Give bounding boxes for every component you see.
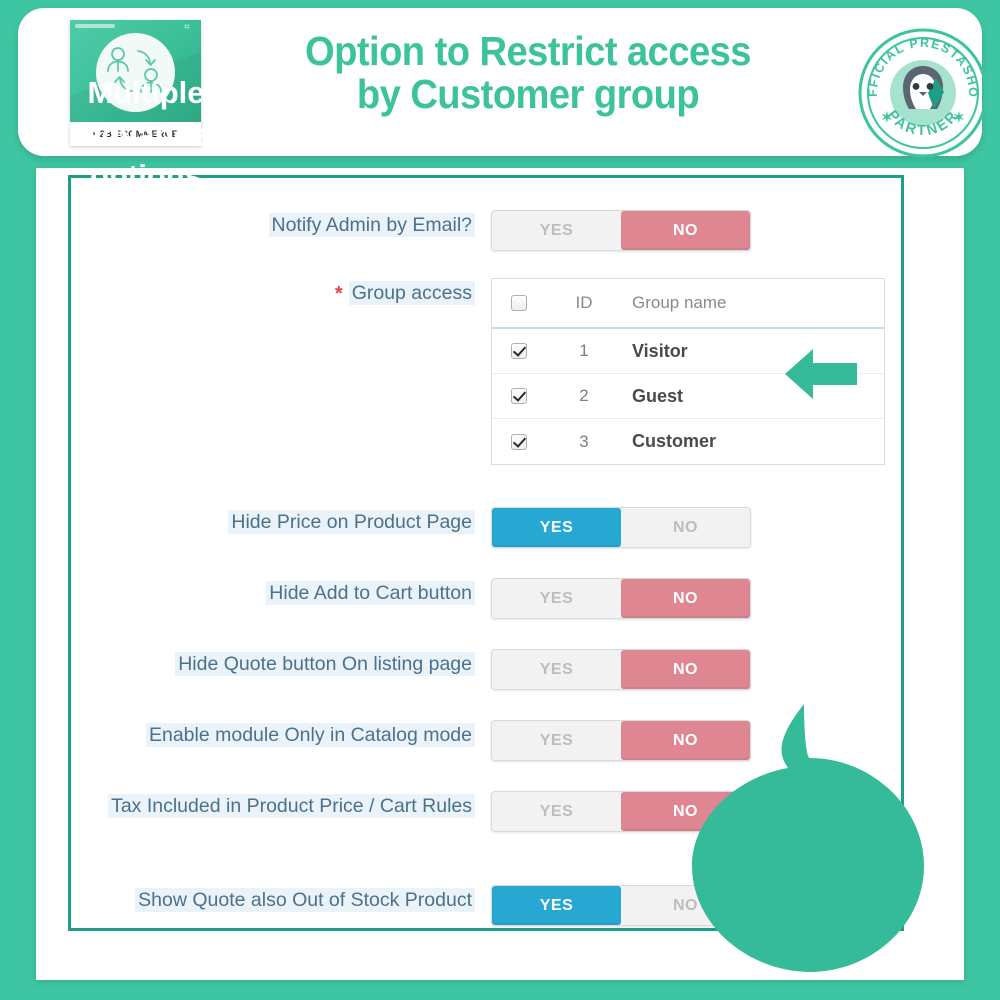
- page-root: ⌗ B2B ECOMMERCE Option to Restrict acces…: [0, 0, 1000, 1000]
- row-checkbox-cell[interactable]: [492, 343, 546, 359]
- row-label-notify-admin: Notify Admin by Email?: [268, 213, 475, 237]
- row-label-catalog-mode: Enable module Only in Catalog mode: [145, 723, 475, 747]
- left-arrow-icon: [785, 349, 857, 399]
- toggle-hide-add-to-cart[interactable]: YES NO: [491, 578, 751, 619]
- row-checkbox-cell[interactable]: [492, 388, 546, 404]
- toggle-yes-option[interactable]: YES: [492, 721, 621, 760]
- row-label-tax-included: Tax Included in Product Price / Cart Rul…: [108, 794, 475, 818]
- label-wrap: Hide Quote button On listing page: [71, 649, 475, 680]
- table-header-row: ID Group name: [492, 279, 884, 329]
- toggle-no-option[interactable]: NO: [621, 650, 750, 689]
- required-marker: *: [334, 283, 343, 306]
- toggle-no-option[interactable]: NO: [621, 579, 750, 618]
- label-wrap: * Group access: [71, 278, 475, 309]
- row-group-name: Customer: [632, 431, 717, 451]
- label-wrap: Hide Add to Cart button: [71, 578, 475, 609]
- page-title: Option to Restrict access by Customer gr…: [240, 30, 817, 115]
- toggle-no-option[interactable]: NO: [621, 508, 750, 547]
- toggle-notify-admin[interactable]: YES NO: [491, 210, 751, 251]
- row-label-group-access: Group access: [348, 281, 475, 305]
- toggle-hide-quote-listing[interactable]: YES NO: [491, 649, 751, 690]
- column-header-id: ID: [575, 293, 593, 312]
- column-header-group-name: Group name: [632, 293, 727, 312]
- row-id: 3: [579, 431, 589, 451]
- toggle-no-option[interactable]: NO: [621, 211, 750, 250]
- callout-line-1: Multiple: [87, 75, 205, 110]
- callout-text: Multiple advance options: [20, 72, 272, 197]
- badge-star-right: ✶: [953, 109, 965, 125]
- toggle-yes-option[interactable]: YES: [492, 792, 621, 831]
- row-label-hide-add-to-cart: Hide Add to Cart button: [266, 581, 475, 605]
- toggle-yes-option[interactable]: YES: [492, 211, 621, 250]
- select-all-checkbox[interactable]: [511, 295, 527, 311]
- prestashop-penguin-icon: [903, 66, 944, 109]
- page-title-line2: by Customer group: [356, 70, 700, 117]
- toggle-yes-option[interactable]: YES: [492, 886, 621, 925]
- label-wrap: Tax Included in Product Price / Cart Rul…: [71, 791, 475, 822]
- toggle-yes-option[interactable]: YES: [492, 650, 621, 689]
- callout-line-2: advance: [83, 116, 209, 152]
- callout-bubble: [692, 704, 924, 972]
- header-select-all-cell[interactable]: [492, 295, 546, 311]
- row-checkbox-cell[interactable]: [492, 433, 546, 450]
- thumbnail-corner-icon: ⌗: [184, 22, 190, 33]
- row-label-hide-price: Hide Price on Product Page: [228, 510, 475, 534]
- row-checkbox[interactable]: [511, 433, 527, 450]
- thumbnail-titlebar-decoration: [75, 24, 115, 28]
- row-id: 1: [579, 341, 589, 360]
- label-wrap: Notify Admin by Email?: [71, 210, 475, 241]
- toggle-yes-option[interactable]: YES: [492, 508, 621, 547]
- callout-line-3: options: [90, 158, 202, 194]
- row-id: 2: [579, 386, 589, 405]
- official-prestashop-partner-badge: OFFICIAL PRESTASHOP PARTNER ✶ ✶: [856, 26, 988, 158]
- row-label-hide-quote-listing: Hide Quote button On listing page: [175, 652, 475, 676]
- toggle-hide-price[interactable]: YES NO: [491, 507, 751, 548]
- page-title-line1: Option to Restrict access: [305, 28, 751, 74]
- table-row[interactable]: 3 Customer: [492, 419, 884, 464]
- label-wrap: Hide Price on Product Page: [71, 507, 475, 538]
- row-label-show-quote-out-of-stock: Show Quote also Out of Stock Product: [135, 888, 475, 912]
- row-checkbox[interactable]: [511, 343, 527, 359]
- badge-star-left: ✶: [881, 109, 893, 125]
- label-wrap: Show Quote also Out of Stock Product: [71, 885, 475, 916]
- toggle-yes-option[interactable]: YES: [492, 579, 621, 618]
- row-checkbox[interactable]: [511, 388, 527, 404]
- label-wrap: Enable module Only in Catalog mode: [71, 720, 475, 751]
